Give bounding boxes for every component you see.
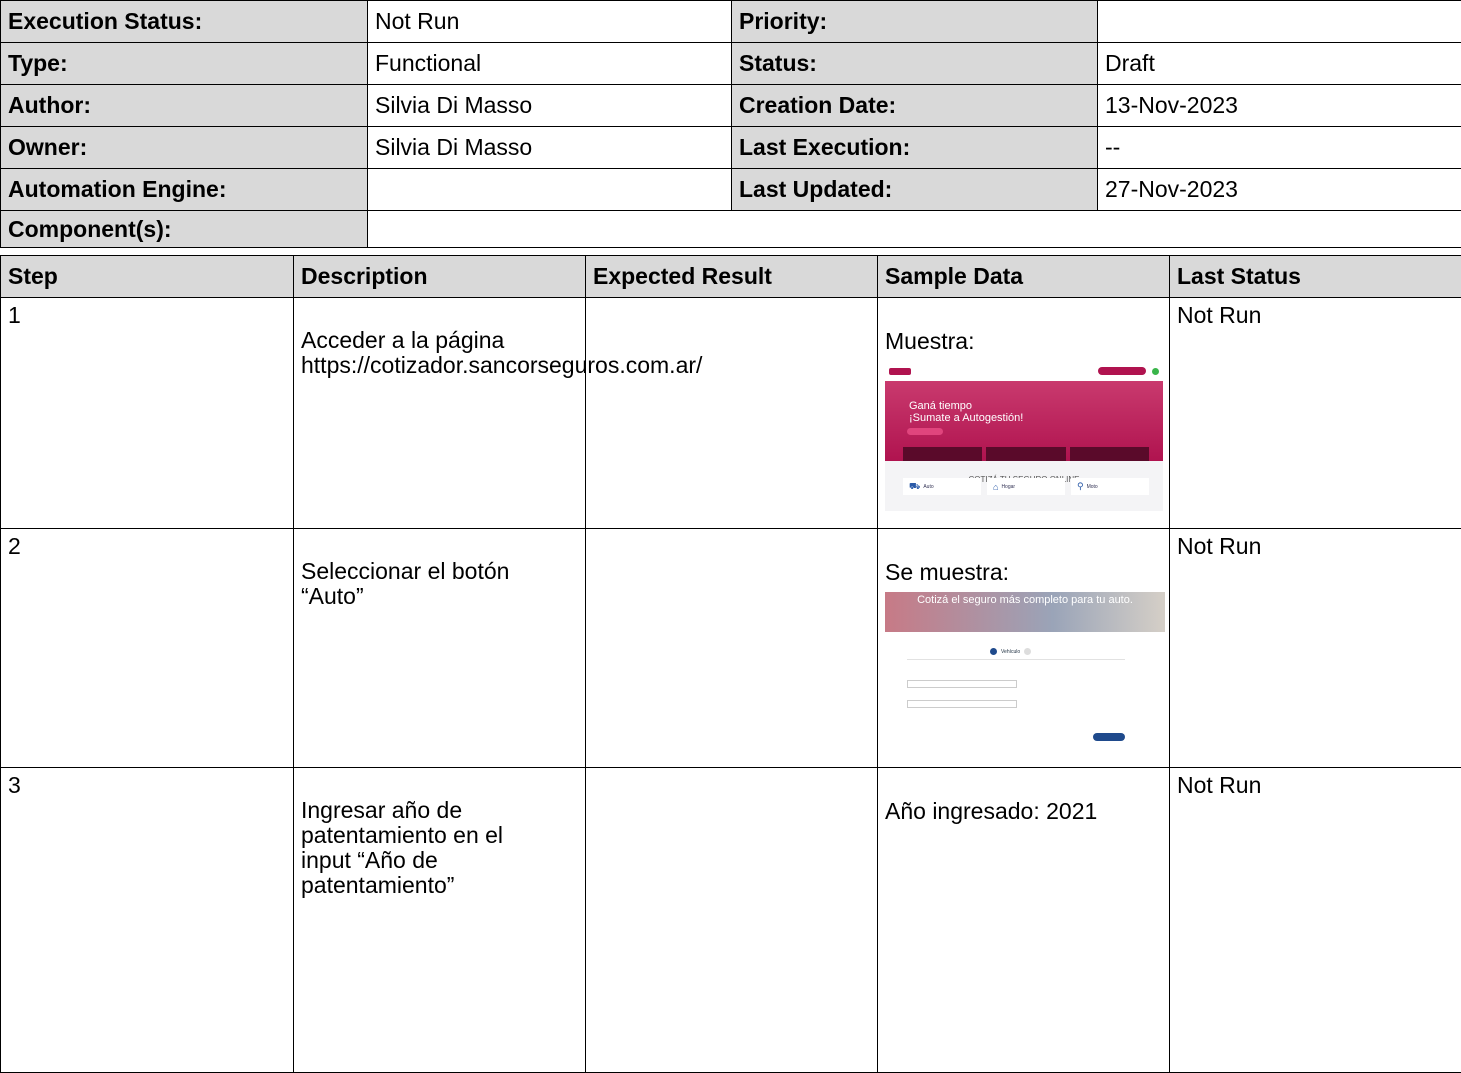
last-status: Not Run: [1170, 529, 1461, 768]
step-description: Ingresar año de patentamiento en el inpu…: [294, 768, 586, 1073]
header-sample-data: Sample Data: [878, 256, 1170, 298]
year-input: [907, 680, 1017, 688]
header-expected-result: Expected Result: [586, 256, 878, 298]
author-label: Author:: [1, 85, 368, 127]
description-line: patentamiento”: [301, 873, 578, 898]
vehicle-form-screenshot: Cotizá el seguro más completo para tu au…: [885, 592, 1165, 747]
product-cards: ⛟Auto ⌂Hogar ⚲Moto: [903, 478, 1149, 495]
creation-date-label: Creation Date:: [732, 85, 1098, 127]
owner-value: Silvia Di Masso: [368, 127, 732, 169]
description-line: input “Año de: [301, 848, 578, 873]
step-dot-inactive: [1024, 648, 1031, 655]
step-description: Seleccionar el botón “Auto”: [294, 529, 586, 768]
step-dot-active: [990, 648, 997, 655]
components-value: [368, 211, 1461, 248]
house-icon: ⌂: [993, 482, 998, 492]
status-label: Status:: [732, 43, 1098, 85]
expected-result: [586, 529, 878, 768]
sample-data: Muestra: Ganá tiempo ¡Sumate a Autogesti…: [878, 298, 1170, 529]
test-steps-table: Step Description Expected Result Sample …: [0, 255, 1461, 1073]
sample-caption: Año ingresado: 2021: [885, 798, 1162, 825]
header-description: Description: [294, 256, 586, 298]
author-value: Silvia Di Masso: [368, 85, 732, 127]
card-auto: ⛟Auto: [903, 478, 981, 495]
last-execution-label: Last Execution:: [732, 127, 1098, 169]
sample-caption: Se muestra:: [885, 559, 1162, 586]
hero-subtitle: ¡Sumate a Autogestión!: [909, 412, 1023, 424]
owner-label: Owner:: [1, 127, 368, 169]
header-last-status: Last Status: [1170, 256, 1461, 298]
priority-value: [1098, 1, 1461, 43]
components-label: Component(s):: [1, 211, 368, 248]
brand-model-input: [907, 700, 1017, 708]
chat-icon: [1152, 368, 1159, 375]
brand-logo: [889, 368, 911, 375]
continue-button: [1093, 733, 1125, 741]
sample-caption: Muestra:: [885, 328, 1162, 355]
step-number: 3: [1, 768, 294, 1073]
description-line: patentamiento en el: [301, 823, 578, 848]
moto-icon: ⚲: [1077, 481, 1084, 492]
type-label: Type:: [1, 43, 368, 85]
step-label: Vehículo: [1001, 649, 1020, 655]
card-moto: ⚲Moto: [1071, 478, 1149, 495]
table-row: 3 Ingresar año de patentamiento en el in…: [1, 768, 1461, 1073]
nav-button: [1098, 367, 1146, 375]
expected-result: [586, 298, 878, 529]
card-hogar: ⌂Hogar: [987, 478, 1065, 495]
automation-engine-label: Automation Engine:: [1, 169, 368, 211]
last-updated-value: 27-Nov-2023: [1098, 169, 1461, 211]
description-line: Ingresar año de: [301, 798, 578, 823]
step-description: Acceder a la página https://cotizador.sa…: [294, 298, 586, 529]
expected-result: [586, 768, 878, 1073]
header-step: Step: [1, 256, 294, 298]
screenshot-navbar: [885, 361, 1163, 381]
hero-title: Ganá tiempo: [909, 400, 972, 412]
hero-tabs: [903, 447, 1149, 461]
car-icon: ⛟: [909, 481, 920, 493]
execution-status-value: Not Run: [368, 1, 732, 43]
test-case-metadata-table: Execution Status: Not Run Priority: Type…: [0, 0, 1461, 248]
description-url: https://cotizador.sancorseguros.com.ar/: [301, 353, 578, 378]
last-execution-value: --: [1098, 127, 1461, 169]
table-row: 1 Acceder a la página https://cotizador.…: [1, 298, 1461, 529]
creation-date-value: 13-Nov-2023: [1098, 85, 1461, 127]
step-number: 2: [1, 529, 294, 768]
last-updated-label: Last Updated:: [732, 169, 1098, 211]
form-hero: Cotizá el seguro más completo para tu au…: [885, 592, 1165, 632]
status-value: Draft: [1098, 43, 1461, 85]
type-value: Functional: [368, 43, 732, 85]
steps-header-row: Step Description Expected Result Sample …: [1, 256, 1461, 298]
sample-data: Se muestra: Cotizá el seguro más complet…: [878, 529, 1170, 768]
description-line: Seleccionar el botón: [301, 559, 578, 584]
sample-data: Año ingresado: 2021: [878, 768, 1170, 1073]
homepage-screenshot: Ganá tiempo ¡Sumate a Autogestión! COTIZ…: [885, 361, 1163, 511]
step-number: 1: [1, 298, 294, 529]
automation-engine-value: [368, 169, 732, 211]
table-row: 2 Seleccionar el botón “Auto” Se muestra…: [1, 529, 1461, 768]
description-line: “Auto”: [301, 584, 578, 609]
execution-status-label: Execution Status:: [1, 1, 368, 43]
last-status: Not Run: [1170, 768, 1461, 1073]
last-status: Not Run: [1170, 298, 1461, 529]
hero-button: [907, 428, 943, 435]
priority-label: Priority:: [732, 1, 1098, 43]
description-line: Acceder a la página: [301, 328, 578, 353]
divider: [907, 659, 1125, 660]
screenshot-hero: Ganá tiempo ¡Sumate a Autogestión!: [885, 381, 1163, 461]
form-stepper: Vehículo: [990, 648, 1031, 655]
